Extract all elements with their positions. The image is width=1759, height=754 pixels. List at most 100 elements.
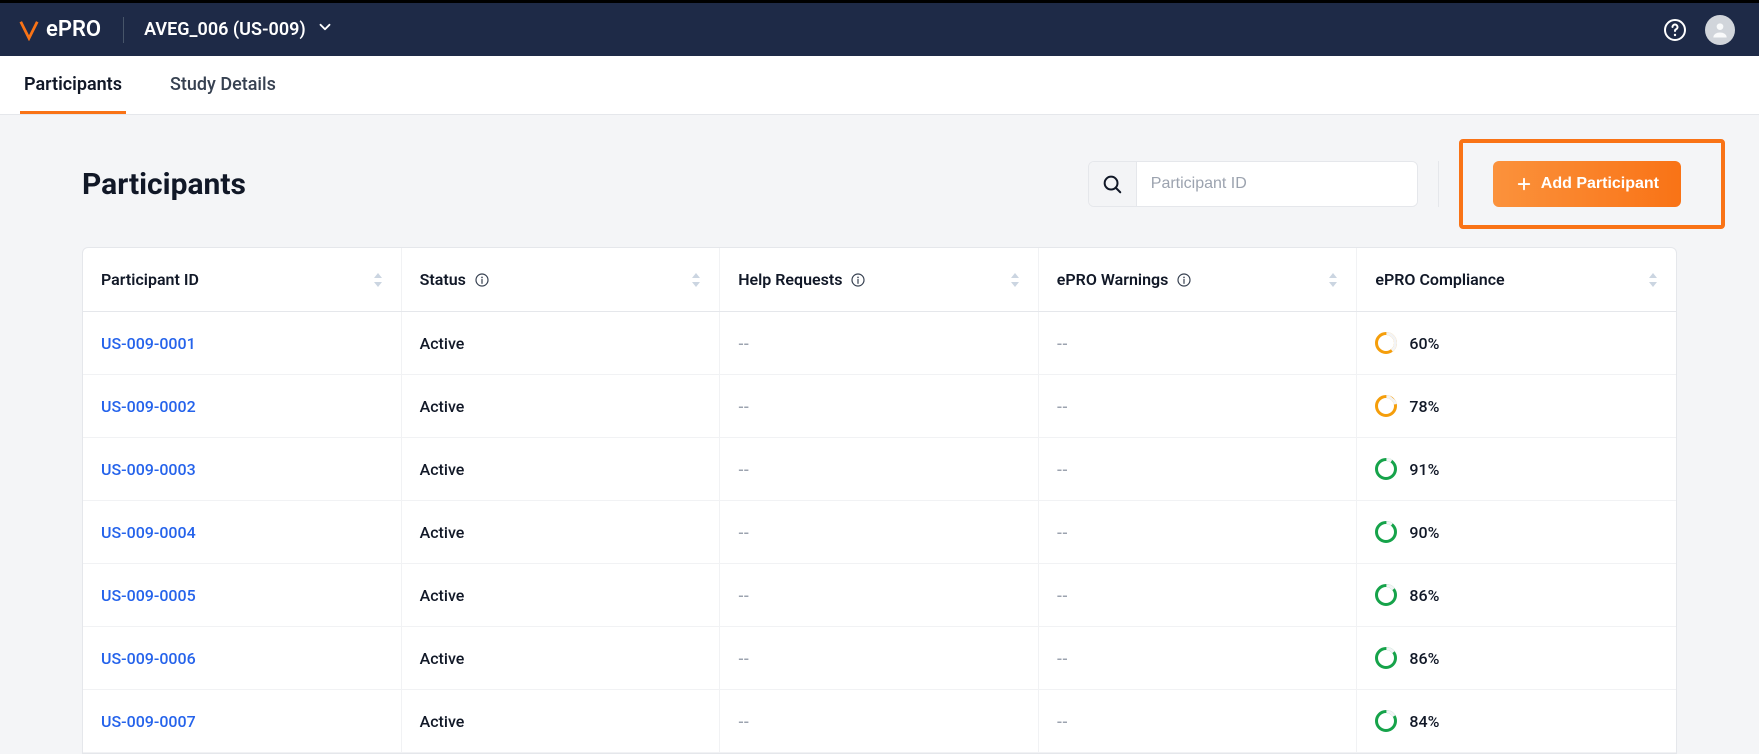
participant-link[interactable]: US-009-0005 <box>101 586 196 605</box>
warnings-cell: -- <box>1039 501 1358 563</box>
plus-icon <box>1515 175 1533 193</box>
add-participant-highlight: Add Participant <box>1459 139 1725 229</box>
compliance-cell: 84% <box>1357 690 1676 752</box>
info-icon <box>1176 272 1192 288</box>
table-row: US-009-0005Active----86% <box>83 564 1676 627</box>
app-name: ePRO <box>46 17 101 42</box>
help-cell: -- <box>720 627 1039 689</box>
page-title: Participants <box>82 167 246 202</box>
app-logo[interactable]: ePRO <box>18 17 101 42</box>
compliance-ring-icon <box>1375 521 1397 543</box>
warnings-cell: -- <box>1039 690 1358 752</box>
col-participant-id[interactable]: Participant ID <box>83 248 402 311</box>
info-icon <box>850 272 866 288</box>
compliance-cell: 91% <box>1357 438 1676 500</box>
warnings-cell: -- <box>1039 564 1358 626</box>
help-cell: -- <box>720 690 1039 752</box>
compliance-ring-icon <box>1375 647 1397 669</box>
add-participant-label: Add Participant <box>1541 175 1659 193</box>
table-row: US-009-0003Active----91% <box>83 438 1676 501</box>
logo-v-icon <box>18 19 40 41</box>
sort-icon <box>1328 273 1338 287</box>
search-input[interactable] <box>1137 162 1417 206</box>
compliance-ring-icon <box>1375 395 1397 417</box>
search-field[interactable] <box>1088 161 1418 207</box>
compliance-value: 60% <box>1409 334 1439 353</box>
search-icon-box <box>1089 162 1137 206</box>
status-cell: Active <box>402 438 721 500</box>
top-bar: ePRO AVEG_006 (US-009) <box>0 0 1759 56</box>
col-epro-warnings-label: ePRO Warnings <box>1057 270 1169 289</box>
help-cell: -- <box>720 438 1039 500</box>
col-epro-warnings[interactable]: ePRO Warnings <box>1039 248 1358 311</box>
page-content: Participants Add Participant Participant… <box>0 115 1759 754</box>
participant-link[interactable]: US-009-0007 <box>101 712 196 731</box>
compliance-ring-icon <box>1375 710 1397 732</box>
warnings-cell: -- <box>1039 375 1358 437</box>
help-cell: -- <box>720 564 1039 626</box>
participant-link[interactable]: US-009-0002 <box>101 397 196 416</box>
help-button[interactable] <box>1661 16 1689 44</box>
participant-link[interactable]: US-009-0006 <box>101 649 196 668</box>
info-icon <box>474 272 490 288</box>
compliance-value: 84% <box>1409 712 1439 731</box>
status-cell: Active <box>402 690 721 752</box>
compliance-cell: 60% <box>1357 312 1676 374</box>
col-help-requests[interactable]: Help Requests <box>720 248 1039 311</box>
compliance-cell: 78% <box>1357 375 1676 437</box>
top-right <box>1661 15 1735 45</box>
compliance-cell: 86% <box>1357 627 1676 689</box>
toolbar: Participants Add Participant <box>82 139 1677 229</box>
chevron-down-icon <box>316 18 334 41</box>
compliance-value: 86% <box>1409 649 1439 668</box>
table-row: US-009-0007Active----84% <box>83 690 1676 753</box>
sort-icon <box>373 273 383 287</box>
search-icon <box>1101 173 1123 195</box>
study-label: AVEG_006 (US-009) <box>144 19 306 40</box>
help-icon <box>1663 18 1687 42</box>
col-participant-id-label: Participant ID <box>101 270 199 289</box>
sort-icon <box>691 273 701 287</box>
col-status[interactable]: Status <box>402 248 721 311</box>
sort-icon <box>1010 273 1020 287</box>
toolbar-divider <box>1438 161 1439 207</box>
table-row: US-009-0001Active----60% <box>83 312 1676 375</box>
sort-icon <box>1648 273 1658 287</box>
toolbar-right: Add Participant <box>1088 139 1677 229</box>
warnings-cell: -- <box>1039 438 1358 500</box>
status-cell: Active <box>402 312 721 374</box>
col-epro-compliance-label: ePRO Compliance <box>1375 270 1504 289</box>
status-cell: Active <box>402 375 721 437</box>
tab-participants[interactable]: Participants <box>20 56 126 114</box>
warnings-cell: -- <box>1039 312 1358 374</box>
warnings-cell: -- <box>1039 627 1358 689</box>
help-cell: -- <box>720 501 1039 563</box>
participants-table: Participant ID Status Help Requests <box>82 247 1677 754</box>
compliance-value: 86% <box>1409 586 1439 605</box>
compliance-value: 91% <box>1409 460 1439 479</box>
col-epro-compliance[interactable]: ePRO Compliance <box>1357 248 1676 311</box>
compliance-value: 90% <box>1409 523 1439 542</box>
status-cell: Active <box>402 627 721 689</box>
participant-link[interactable]: US-009-0001 <box>101 334 196 353</box>
status-cell: Active <box>402 501 721 563</box>
compliance-ring-icon <box>1375 458 1397 480</box>
help-cell: -- <box>720 312 1039 374</box>
compliance-ring-icon <box>1375 584 1397 606</box>
participant-link[interactable]: US-009-0004 <box>101 523 196 542</box>
tab-bar: Participants Study Details <box>0 56 1759 115</box>
study-picker[interactable]: AVEG_006 (US-009) <box>144 18 334 41</box>
participant-link[interactable]: US-009-0003 <box>101 460 196 479</box>
add-participant-button[interactable]: Add Participant <box>1493 161 1681 207</box>
table-body: US-009-0001Active----60%US-009-0002Activ… <box>83 312 1676 753</box>
table-row: US-009-0002Active----78% <box>83 375 1676 438</box>
compliance-cell: 86% <box>1357 564 1676 626</box>
compliance-value: 78% <box>1409 397 1439 416</box>
help-cell: -- <box>720 375 1039 437</box>
table-header: Participant ID Status Help Requests <box>83 248 1676 312</box>
user-icon <box>1710 20 1730 40</box>
tab-study-details[interactable]: Study Details <box>166 56 280 114</box>
user-avatar[interactable] <box>1705 15 1735 45</box>
col-status-label: Status <box>420 270 466 289</box>
table-row: US-009-0006Active----86% <box>83 627 1676 690</box>
